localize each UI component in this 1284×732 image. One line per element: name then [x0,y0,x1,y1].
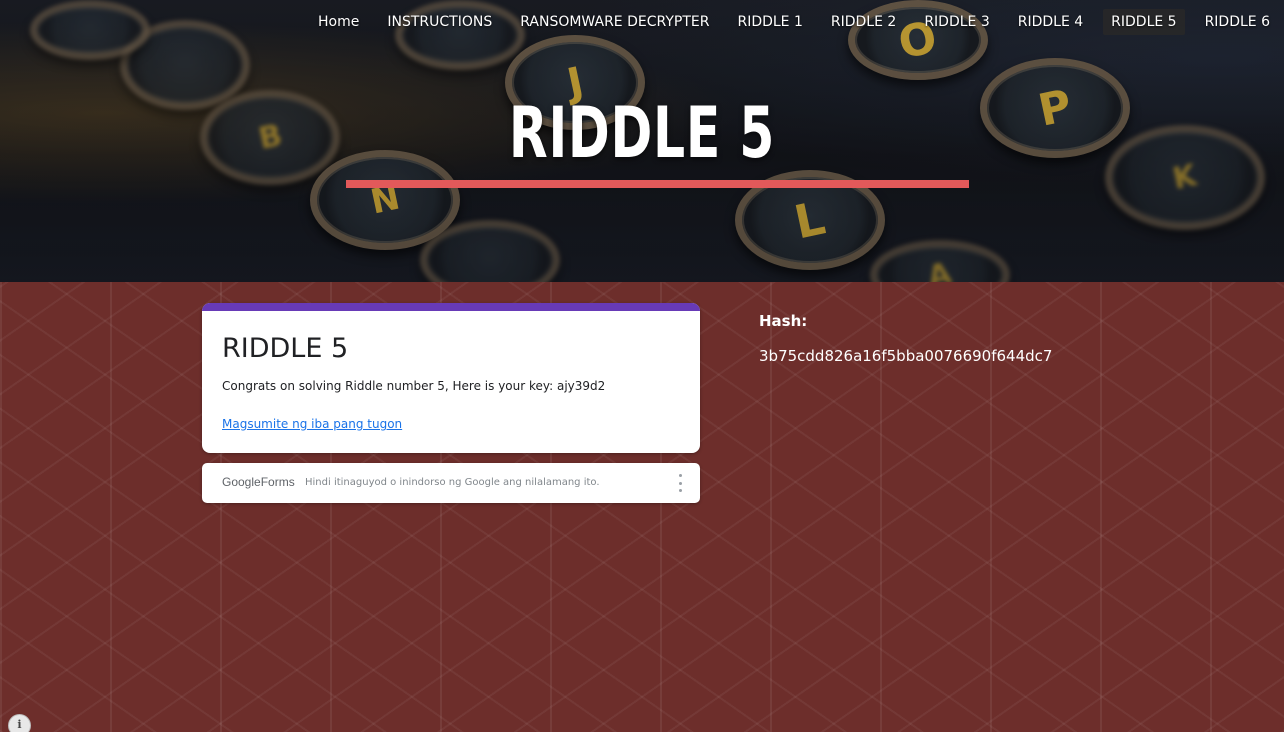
typewriter-key-decoration [420,220,560,282]
google-forms-logo: GoogleForms [222,475,295,489]
submit-another-response-link[interactable]: Magsumite ng iba pang tugon [222,417,402,431]
info-icon[interactable]: i [8,714,31,732]
google-forms-logo-google: Google [222,475,261,489]
nav-item-riddle-3[interactable]: RIDDLE 3 [916,9,997,35]
typewriter-key-decoration [30,0,150,60]
hash-value: 3b75cdd826a16f5bba0076690f644dc7 [759,347,1053,365]
nav-item-ransomware-decrypter[interactable]: RANSOMWARE DECRYPTER [512,9,717,35]
nav-item-riddle-5[interactable]: RIDDLE 5 [1103,9,1185,35]
title-underline [346,180,969,188]
nav-item-riddle-2[interactable]: RIDDLE 2 [823,9,904,35]
typewriter-key-decoration: A [870,240,1010,282]
typewriter-key-decoration: K [1105,125,1265,230]
nav-item-riddle-1[interactable]: RIDDLE 1 [729,9,810,35]
page-title: RIDDLE 5 [508,92,776,174]
nav-item-riddle-4[interactable]: RIDDLE 4 [1010,9,1091,35]
more-options-icon[interactable] [676,474,684,492]
top-navigation: Home INSTRUCTIONS RANSOMWARE DECRYPTER R… [304,9,1284,35]
form-title: RIDDLE 5 [222,333,349,364]
form-confirmation-message: Congrats on solving Riddle number 5, Her… [222,379,606,393]
nav-item-riddle-6[interactable]: RIDDLE 6 [1197,9,1278,35]
nav-item-home[interactable]: Home [310,9,367,35]
hash-label: Hash: [759,312,808,330]
google-forms-footer: GoogleForms Hindi itinaguyod o inindorso… [202,463,700,503]
hero-banner: B N J L O P K A Home INSTRUCTIONS RANSOM… [0,0,1284,282]
nav-item-instructions[interactable]: INSTRUCTIONS [379,9,500,35]
google-form-card: RIDDLE 5 Congrats on solving Riddle numb… [202,303,700,453]
google-forms-logo-forms: Forms [260,475,295,489]
google-forms-disclaimer: Hindi itinaguyod o inindorso ng Google a… [305,477,600,488]
form-accent-bar [202,303,700,311]
